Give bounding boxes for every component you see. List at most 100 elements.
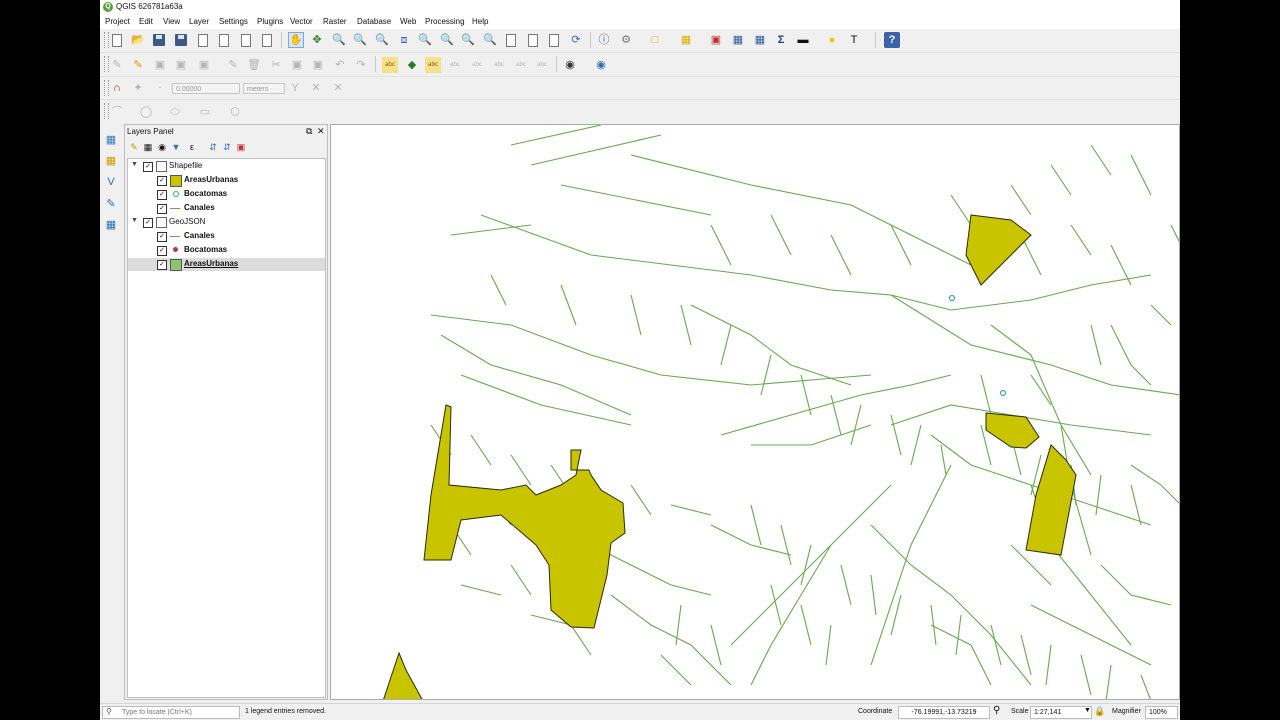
lock-scale-icon[interactable]: 🔒 <box>1094 706 1105 717</box>
identify-icon[interactable]: ⓘ <box>596 32 612 48</box>
float-panel-icon[interactable]: ⧉ <box>306 126 312 137</box>
select-features-icon[interactable]: □ <box>647 32 663 48</box>
show-bookmarks-icon[interactable] <box>525 32 541 48</box>
new-bookmark-icon[interactable] <box>503 32 519 48</box>
collapse-all-icon[interactable]: ⇵ <box>221 142 233 153</box>
snapping-units-select[interactable]: meters <box>243 83 285 94</box>
pan-map-icon[interactable]: ✋ <box>288 32 304 48</box>
layer-checkbox[interactable]: ✓ <box>157 260 167 270</box>
map-tips-bubble-icon[interactable]: ● <box>824 32 840 48</box>
layer-item[interactable]: ✓ Canales <box>128 202 325 215</box>
add-group-icon[interactable]: ▦ <box>142 142 154 153</box>
menu-database[interactable]: Database <box>357 17 391 26</box>
zoom-to-selection-icon[interactable]: 🔍 <box>417 32 433 48</box>
menu-view[interactable]: View <box>163 17 180 26</box>
attribute-table-icon[interactable]: ▦ <box>730 32 746 48</box>
urban-area-polygon[interactable] <box>965 214 1032 286</box>
layer-item[interactable]: ✓ Canales <box>128 230 325 243</box>
layout-manager-icon[interactable] <box>216 32 232 48</box>
layer-labeling-icon[interactable]: abc <box>382 57 398 73</box>
zoom-native-icon[interactable]: 🔍 <box>374 32 390 48</box>
bocatoma-point[interactable] <box>948 294 956 302</box>
layer-item-selected[interactable]: ✓ AreasUrbanas <box>128 258 325 271</box>
map-tips-icon[interactable] <box>546 32 562 48</box>
menu-vector[interactable]: Vector <box>290 17 313 26</box>
toggle-extents-icon[interactable]: ⚲ <box>993 705 1000 716</box>
save-edits-icon[interactable]: ▣ <box>152 57 168 73</box>
menu-edit[interactable]: Edit <box>139 17 153 26</box>
menu-plugins[interactable]: Plugins <box>257 17 283 26</box>
highlight-labels-icon[interactable]: abc <box>447 57 463 73</box>
menu-web[interactable]: Web <box>400 17 416 26</box>
menu-raster[interactable]: Raster <box>323 17 347 26</box>
open-layer-styling-icon[interactable]: ✎ <box>128 142 140 153</box>
move-label-icon[interactable]: abc <box>469 57 485 73</box>
add-regular-polygon-icon[interactable]: ⬡ <box>227 104 243 120</box>
plugin-manager-icon[interactable]: ◉ <box>562 57 578 73</box>
delete-selected-icon[interactable]: 🗑 <box>246 57 262 73</box>
group-checkbox[interactable]: ✓ <box>143 218 153 228</box>
snapping-magnet-icon[interactable]: ∩ <box>109 80 125 96</box>
manage-map-themes-icon[interactable]: ◉ <box>156 142 168 153</box>
filter-by-expression-icon[interactable]: ε <box>186 142 198 152</box>
expand-arrow-icon[interactable]: ▼ <box>131 161 138 168</box>
pin-labels-icon[interactable]: abc <box>425 57 441 73</box>
snap-vertex-icon[interactable]: ✦ <box>130 80 146 96</box>
locator-search[interactable]: ⚲ Type to locate (Ctrl+K) <box>102 706 240 719</box>
zoom-in-icon[interactable]: 🔍 <box>331 32 347 48</box>
add-vector-layer-icon[interactable]: V <box>103 174 119 190</box>
layer-item[interactable]: ✓ Bocatomas <box>128 188 325 201</box>
layer-checkbox[interactable]: ✓ <box>157 246 167 256</box>
modify-attributes-icon[interactable]: ✎ <box>225 57 241 73</box>
statistical-summary-icon[interactable]: Σ <box>773 32 789 48</box>
new-geopackage-layer-icon[interactable]: ▦ <box>103 153 119 169</box>
layer-item[interactable]: ✓ AreasUrbanas <box>128 174 325 187</box>
current-edits-icon[interactable]: ✎ <box>109 57 125 73</box>
measure-line-icon[interactable]: ▬ <box>795 32 811 48</box>
layer-group-geojson[interactable]: ▼ ✓ GeoJSON <box>128 216 325 229</box>
open-project-icon[interactable]: 📂 <box>130 32 146 48</box>
add-circle-icon[interactable]: ◯ <box>138 104 154 120</box>
snapping-tolerance-field[interactable]: 0.00000 <box>172 83 240 94</box>
scale-dropdown-icon[interactable]: ▼ <box>1084 707 1091 714</box>
filter-legend-icon[interactable]: ▼ <box>170 142 182 152</box>
undo-icon[interactable]: ↶ <box>332 57 348 73</box>
redo-icon[interactable]: ↷ <box>353 57 369 73</box>
new-project-icon[interactable] <box>109 32 125 48</box>
show-layout-icon[interactable] <box>259 32 275 48</box>
menu-layer[interactable]: Layer <box>189 17 209 26</box>
topological-edit-icon[interactable]: Y <box>287 80 303 96</box>
field-calculator-icon[interactable]: ▦ <box>752 32 768 48</box>
style-manager-icon[interactable] <box>238 32 254 48</box>
vertex-tool-icon[interactable]: ▣ <box>196 57 212 73</box>
close-panel-icon[interactable]: ✕ <box>317 126 325 137</box>
layer-checkbox[interactable]: ✓ <box>157 176 167 186</box>
magnifier-field[interactable]: 100% <box>1145 706 1178 719</box>
urban-area-polygon[interactable] <box>383 651 423 700</box>
add-feature-icon[interactable]: ▣ <box>173 57 189 73</box>
layer-checkbox[interactable]: ✓ <box>157 204 167 214</box>
expand-arrow-icon[interactable]: ▼ <box>131 217 138 224</box>
menu-processing[interactable]: Processing <box>425 17 465 26</box>
layer-checkbox[interactable]: ✓ <box>157 190 167 200</box>
remove-layer-icon[interactable]: ▣ <box>235 142 247 153</box>
add-rectangle-icon[interactable]: ▭ <box>197 104 213 120</box>
add-ellipse-icon[interactable]: ⬭ <box>167 104 183 120</box>
layer-item[interactable]: ✓ Bocatomas <box>128 244 325 257</box>
rotate-label-icon[interactable]: abc <box>491 57 507 73</box>
tracing-icon[interactable]: ✕ <box>330 80 346 96</box>
map-canvas[interactable] <box>330 124 1180 700</box>
scale-combobox[interactable]: 1:27,141 <box>1030 706 1092 719</box>
urban-area-polygon[interactable] <box>1025 444 1077 556</box>
cut-features-icon[interactable]: ✂ <box>268 57 284 73</box>
layer-diagram-icon[interactable]: ◆ <box>404 57 420 73</box>
deselect-icon[interactable]: ▣ <box>708 32 724 48</box>
copy-features-icon[interactable]: ▣ <box>289 57 305 73</box>
snap-segment-icon[interactable]: ⋅ <box>152 80 168 96</box>
paste-features-icon[interactable]: ▣ <box>310 57 326 73</box>
refresh-icon[interactable]: ⟳ <box>568 32 584 48</box>
zoom-last-icon[interactable]: 🔍 <box>460 32 476 48</box>
layer-checkbox[interactable]: ✓ <box>157 232 167 242</box>
save-as-icon[interactable] <box>173 32 189 48</box>
menu-project[interactable]: Project <box>105 17 130 26</box>
